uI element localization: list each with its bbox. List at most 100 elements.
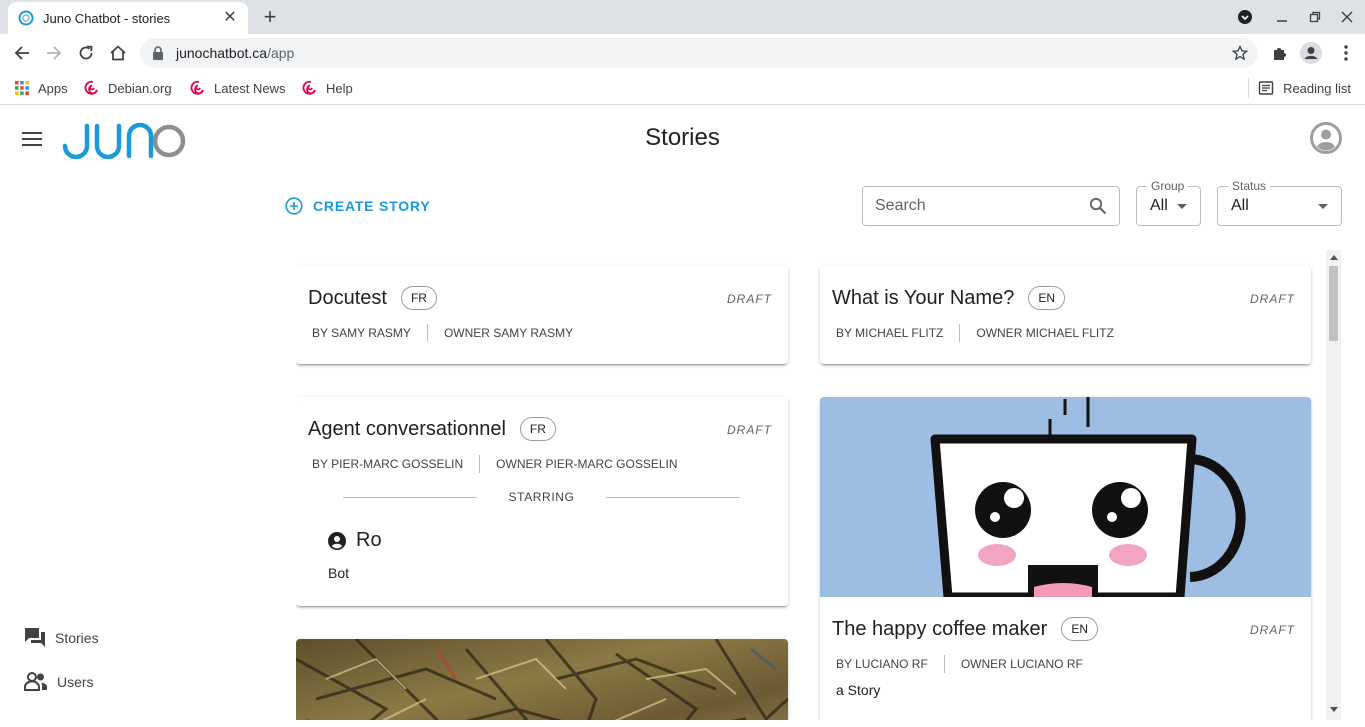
sidebar-item-label: Users: [57, 674, 94, 690]
starring-divider: STARRING: [343, 489, 741, 505]
address-bar[interactable]: junochatbot.ca/app: [140, 38, 1258, 68]
status-badge: DRAFT: [727, 423, 772, 437]
reading-list-label: Reading list: [1283, 80, 1351, 96]
forward-icon[interactable]: [43, 42, 65, 64]
meta-divider: [959, 324, 961, 342]
bookmark-label: Latest News: [214, 80, 286, 96]
tab-search-icon[interactable]: [1236, 8, 1254, 26]
story-title: The happy coffee maker: [832, 617, 1048, 640]
meta-divider: [426, 324, 428, 342]
bookmark-star-icon[interactable]: [1232, 45, 1248, 61]
restore-icon[interactable]: [1306, 8, 1324, 26]
create-story-button[interactable]: CREATE STORY: [285, 195, 430, 217]
search-input[interactable]: [875, 197, 1089, 215]
bookmark-latest-news[interactable]: Latest News: [190, 78, 286, 98]
story-owner: OWNER PIER-MARC GOSSELIN: [496, 457, 678, 471]
debian-icon: [190, 80, 204, 95]
story-synopsis: a Story: [836, 682, 881, 698]
story-owner: OWNER LUCIANO RF: [960, 657, 1083, 671]
tab-close-icon[interactable]: ✕: [222, 10, 238, 26]
bookmark-apps[interactable]: Apps: [14, 78, 68, 98]
tab-title: Juno Chatbot - stories: [43, 10, 171, 26]
back-icon[interactable]: [11, 42, 33, 64]
story-card[interactable]: Docutest FR DRAFT BY SAMY RASMY OWNER SA…: [296, 266, 788, 364]
group-select[interactable]: Group All: [1136, 179, 1201, 226]
language-chip: EN: [1061, 617, 1098, 641]
profile-icon[interactable]: [1300, 42, 1322, 64]
close-window-icon[interactable]: [1338, 8, 1356, 26]
scrollbar-thumb[interactable]: [1329, 266, 1338, 341]
browser-tab[interactable]: Juno Chatbot - stories ✕: [8, 2, 248, 34]
extensions-icon[interactable]: [1269, 42, 1291, 64]
debian-icon: [302, 80, 316, 95]
story-author: BY MICHAEL FLITZ: [836, 326, 944, 340]
language-chip: FR: [519, 417, 556, 441]
apps-grid-icon: [15, 81, 29, 95]
scroll-up-icon[interactable]: [1330, 255, 1338, 260]
actor-role: Bot: [328, 565, 350, 581]
stories-grid: Docutest FR DRAFT BY SAMY RASMY OWNER SA…: [296, 250, 1342, 720]
story-owner: OWNER MICHAEL FLITZ: [976, 326, 1114, 340]
story-title-row: Agent conversationnel FR: [308, 417, 556, 441]
reading-list-icon: [1258, 81, 1274, 95]
scroll-down-icon[interactable]: [1330, 707, 1338, 712]
meta-divider: [479, 455, 481, 473]
starring-label: STARRING: [508, 490, 575, 504]
search-icon[interactable]: [1089, 197, 1107, 215]
story-card[interactable]: What is Your Name? EN DRAFT BY MICHAEL F…: [820, 266, 1311, 364]
search-field[interactable]: [862, 186, 1120, 226]
browser-toolbar: junochatbot.ca/app: [0, 34, 1365, 72]
bookmark-label: Help: [326, 80, 353, 96]
juno-logo[interactable]: [62, 122, 186, 160]
sidebar-item-users[interactable]: Users: [24, 668, 94, 696]
actor-name: Ro: [356, 529, 382, 551]
meta-divider: [943, 655, 945, 673]
bookmark-label: Debian.org: [108, 80, 172, 96]
minimize-icon[interactable]: [1273, 8, 1291, 26]
story-meta: BY SAMY RASMY OWNER SAMY RASMY: [312, 324, 573, 342]
story-card[interactable]: [296, 639, 788, 720]
language-chip: FR: [400, 286, 437, 310]
bookmark-label: Apps: [38, 80, 68, 96]
group-select-label: Group: [1147, 179, 1189, 193]
bookmark-help[interactable]: Help: [302, 78, 353, 98]
url-host: junochatbot.ca: [176, 45, 268, 61]
story-title-row: The happy coffee maker EN: [832, 617, 1098, 641]
reading-list-button[interactable]: Reading list: [1258, 78, 1351, 98]
story-title: What is Your Name?: [832, 286, 1015, 309]
status-select[interactable]: Status All: [1217, 179, 1342, 226]
chevron-down-icon: [1318, 203, 1328, 209]
divider-line: [606, 496, 741, 498]
language-chip: EN: [1028, 286, 1065, 310]
story-card[interactable]: The happy coffee maker EN DRAFT BY LUCIA…: [820, 397, 1311, 720]
story-meta: BY PIER-MARC GOSSELIN OWNER PIER-MARC GO…: [312, 455, 678, 473]
sidebar-item-stories[interactable]: Stories: [24, 624, 99, 652]
app-header: Stories: [0, 106, 1365, 170]
browser-menu-icon[interactable]: [1335, 42, 1357, 64]
story-meta: BY LUCIANO RF OWNER LUCIANO RF: [836, 655, 1083, 673]
sidebar-item-label: Stories: [55, 630, 99, 646]
page-title: Stories: [645, 124, 720, 151]
hamburger-menu-icon[interactable]: [22, 132, 42, 146]
divider-line: [343, 496, 477, 498]
user-avatar-icon[interactable]: [1310, 122, 1342, 154]
reload-icon[interactable]: [75, 42, 97, 64]
forum-icon: [25, 628, 45, 647]
juno-favicon-icon: [18, 10, 34, 26]
bookmarks-divider: [1248, 78, 1249, 98]
story-title-row: Docutest FR: [308, 286, 437, 310]
bookmarks-bar: Apps Debian.org Latest News Help Reading…: [0, 72, 1365, 105]
story-author: BY SAMY RASMY: [312, 326, 411, 340]
new-tab-icon[interactable]: +: [260, 6, 280, 28]
bookmark-debian[interactable]: Debian.org: [84, 78, 172, 98]
story-author: BY LUCIANO RF: [836, 657, 928, 671]
story-card[interactable]: Agent conversationnel FR DRAFT BY PIER-M…: [296, 397, 788, 606]
story-meta: BY MICHAEL FLITZ OWNER MICHAEL FLITZ: [836, 324, 1114, 342]
story-title: Agent conversationnel: [308, 417, 506, 440]
url-path: /app: [267, 45, 295, 61]
story-author: BY PIER-MARC GOSSELIN: [312, 457, 464, 471]
add-circle-icon: [285, 197, 303, 215]
home-icon[interactable]: [107, 42, 129, 64]
story-owner: OWNER SAMY RASMY: [443, 326, 574, 340]
status-select-label: Status: [1228, 179, 1271, 193]
